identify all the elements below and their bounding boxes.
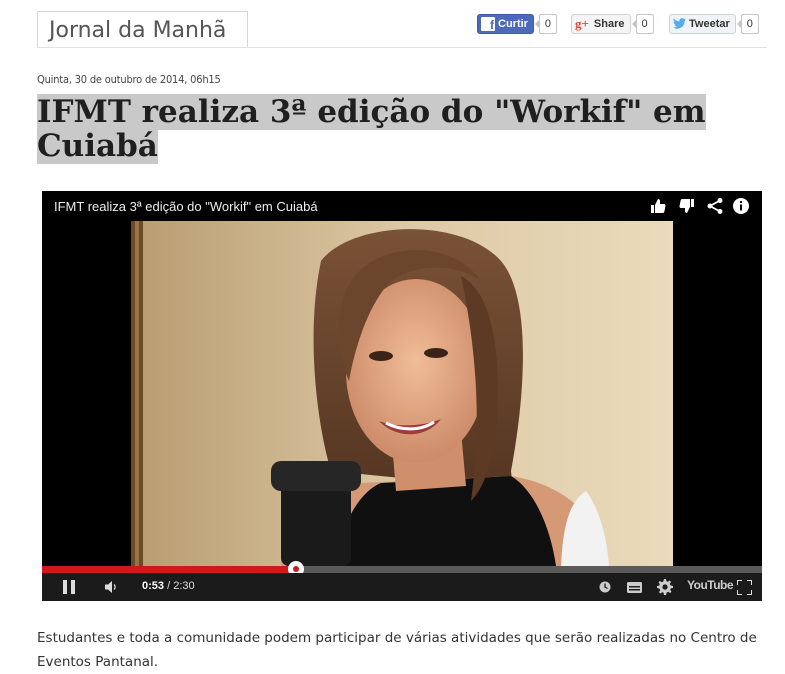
video-still-image [131, 221, 609, 566]
gplus-icon: g+ [575, 15, 589, 31]
time-display: 0:53 / 2:30 [142, 580, 195, 592]
volume-icon[interactable] [104, 580, 120, 594]
gplus-share-button[interactable]: g+ Share [571, 13, 631, 34]
article-dateline: Quinta, 30 de outubro de 2014, 06h15 [37, 73, 221, 86]
gplus-share: g+ Share 0 [571, 13, 654, 34]
article-headline: IFMT realiza 3ª edição do "Workif" em Cu… [37, 94, 767, 164]
site-tab[interactable]: Jornal da Manhã [37, 11, 248, 48]
player-controls: 0:53 / 2:30 YouTube [42, 573, 762, 601]
video-player[interactable]: IFMT realiza 3ª edição do "Workif" em Cu… [42, 191, 762, 601]
info-icon[interactable] [732, 197, 750, 215]
article-body: Estudantes e toda a comunidade podem par… [37, 630, 757, 670]
video-title[interactable]: IFMT realiza 3ª edição do "Workif" em Cu… [54, 199, 318, 214]
article-headline-text: IFMT realiza 3ª edição do "Workif" em Cu… [37, 94, 706, 164]
dislike-icon[interactable] [678, 197, 696, 215]
fullscreen-icon[interactable] [737, 580, 752, 595]
captions-icon[interactable] [627, 582, 642, 593]
share-icon[interactable] [706, 197, 724, 215]
progress-played [42, 566, 296, 573]
settings-icon[interactable] [657, 579, 673, 595]
tweet-button[interactable]: Tweetar [669, 13, 736, 34]
gplus-count: 0 [631, 13, 654, 34]
twitter-count: 0 [736, 13, 759, 34]
youtube-logo-text: YouTube [687, 578, 734, 592]
facebook-icon: f [481, 16, 495, 31]
watch-later-icon[interactable] [599, 581, 611, 593]
twitter-bird-icon [673, 18, 686, 29]
video-title-bar: IFMT realiza 3ª edição do "Workif" em Cu… [42, 191, 762, 221]
gplus-share-label: Share [593, 17, 625, 30]
facebook-like-label: Curtir [498, 17, 528, 30]
duration: 2:30 [173, 580, 195, 592]
current-time: 0:53 [142, 580, 165, 592]
tab-divider [37, 47, 767, 48]
time-separator: / [164, 580, 174, 592]
like-icon[interactable] [649, 197, 667, 215]
facebook-count: 0 [534, 13, 557, 34]
site-title: Jornal da Manhã [49, 18, 227, 43]
pause-icon[interactable] [62, 580, 76, 594]
tweet-label: Tweetar [689, 17, 730, 30]
progress-bar[interactable] [42, 561, 762, 577]
youtube-logo[interactable]: YouTube [687, 578, 734, 592]
video-frame[interactable] [131, 221, 673, 566]
facebook-share: f Curtir 0 [477, 13, 557, 34]
twitter-share: Tweetar 0 [669, 13, 759, 34]
facebook-like-button[interactable]: f Curtir [477, 13, 534, 34]
